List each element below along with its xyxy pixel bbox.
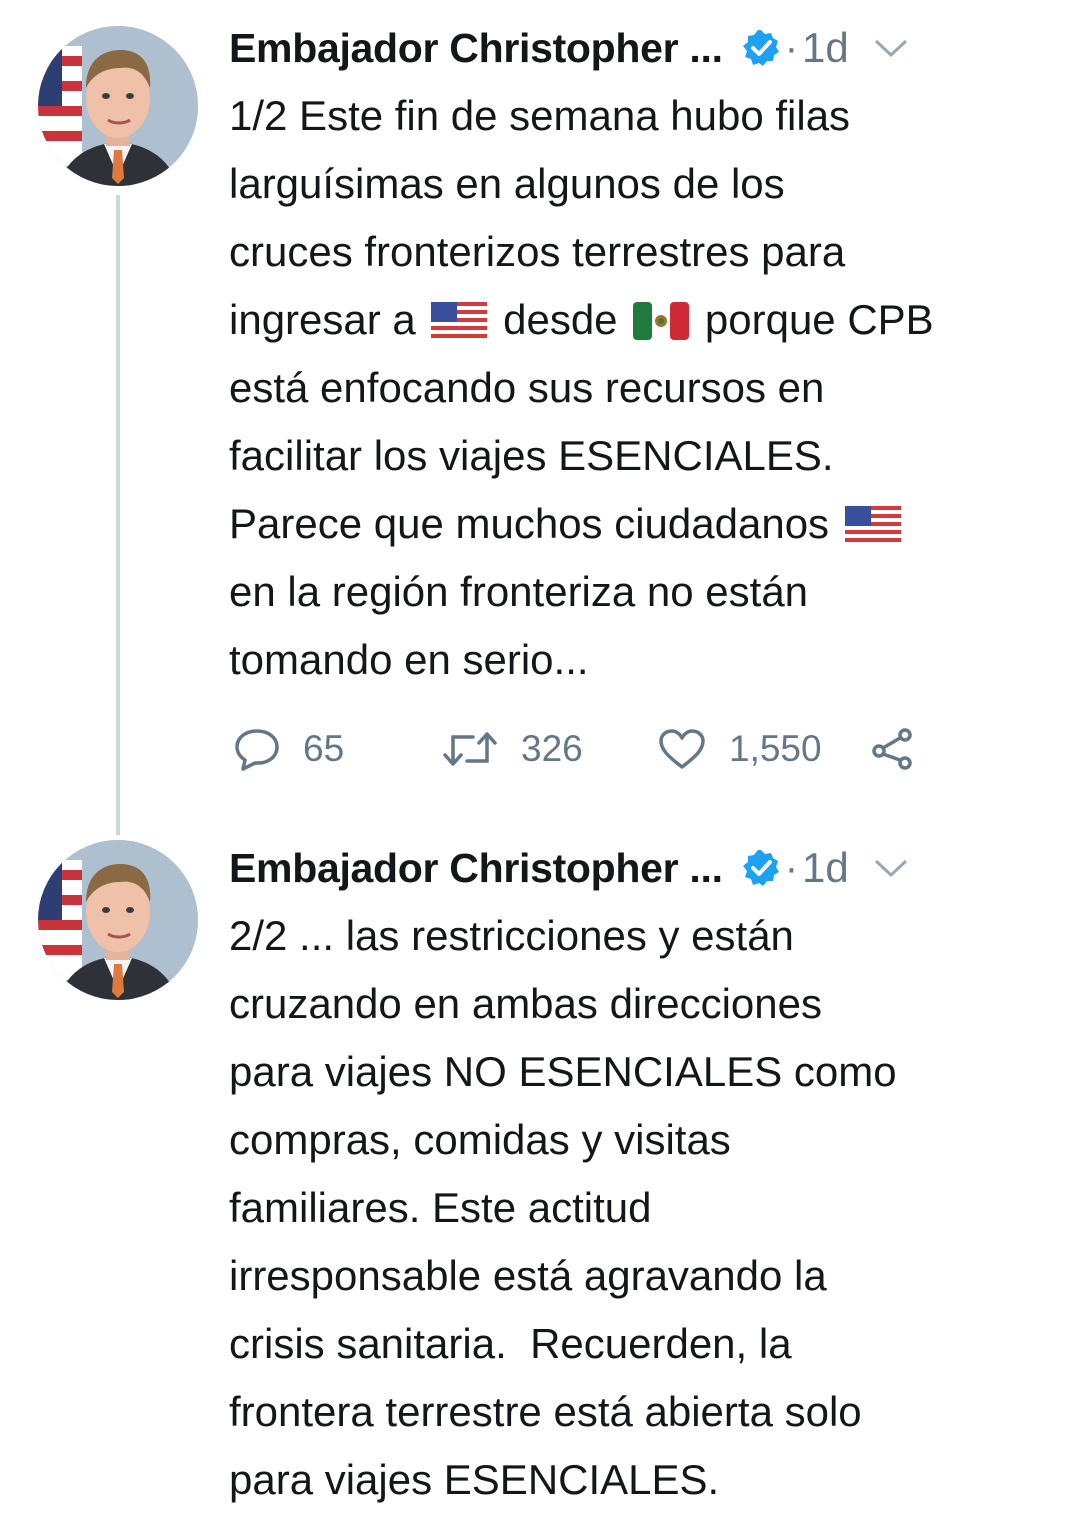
share-icon xyxy=(872,728,912,770)
retweet-icon xyxy=(443,732,497,766)
separator-dot: · xyxy=(784,25,799,70)
tweet-1[interactable]: Embajador Christopher ... · 1d 1/2 Este … xyxy=(0,0,1080,835)
chevron-down-icon[interactable] xyxy=(873,38,909,58)
retweet-count: 326 xyxy=(521,728,583,769)
like-button[interactable]: 1,550 xyxy=(657,727,869,771)
timestamp[interactable]: 1d xyxy=(802,24,849,72)
share-button[interactable] xyxy=(869,727,939,771)
retweet-button[interactable]: 326 xyxy=(441,727,657,771)
like-icon xyxy=(659,729,705,769)
tweet-text: 1/2 Este fin de semana hubo filas larguí… xyxy=(229,82,1049,694)
timestamp[interactable]: 1d xyxy=(802,844,849,892)
reply-count: 65 xyxy=(303,728,345,769)
tweet-text-part: desde xyxy=(491,296,630,343)
separator-dot: · xyxy=(784,845,799,890)
author-name[interactable]: Embajador Christopher ... xyxy=(229,25,723,72)
thread-line xyxy=(116,195,120,835)
tweet-header: Embajador Christopher ... · 1d xyxy=(229,838,1044,898)
reply-button[interactable]: 65 xyxy=(233,727,441,771)
author-avatar[interactable] xyxy=(38,840,198,1000)
flag-us-emoji xyxy=(431,302,488,340)
verified-badge-icon xyxy=(742,850,779,886)
tweet-header: Embajador Christopher ... · 1d xyxy=(229,18,1044,78)
chevron-down-icon[interactable] xyxy=(873,858,909,878)
author-name[interactable]: Embajador Christopher ... xyxy=(229,845,723,892)
flag-mexico-emoji xyxy=(633,302,690,340)
reply-icon xyxy=(235,729,279,771)
verified-badge-icon xyxy=(742,30,779,66)
author-avatar[interactable] xyxy=(38,26,198,186)
tweet-actions: 65 326 1,550 xyxy=(233,722,939,776)
tweet-2[interactable]: Embajador Christopher ... · 1d 2/2 ... l… xyxy=(0,820,1080,1518)
like-count: 1,550 xyxy=(729,728,822,769)
flag-us-emoji xyxy=(844,506,901,544)
tweet-text: 2/2 ... las restricciones y están cruzan… xyxy=(229,912,897,1503)
tweet-text-part: en la región fronteriza no están tomando… xyxy=(229,568,809,683)
